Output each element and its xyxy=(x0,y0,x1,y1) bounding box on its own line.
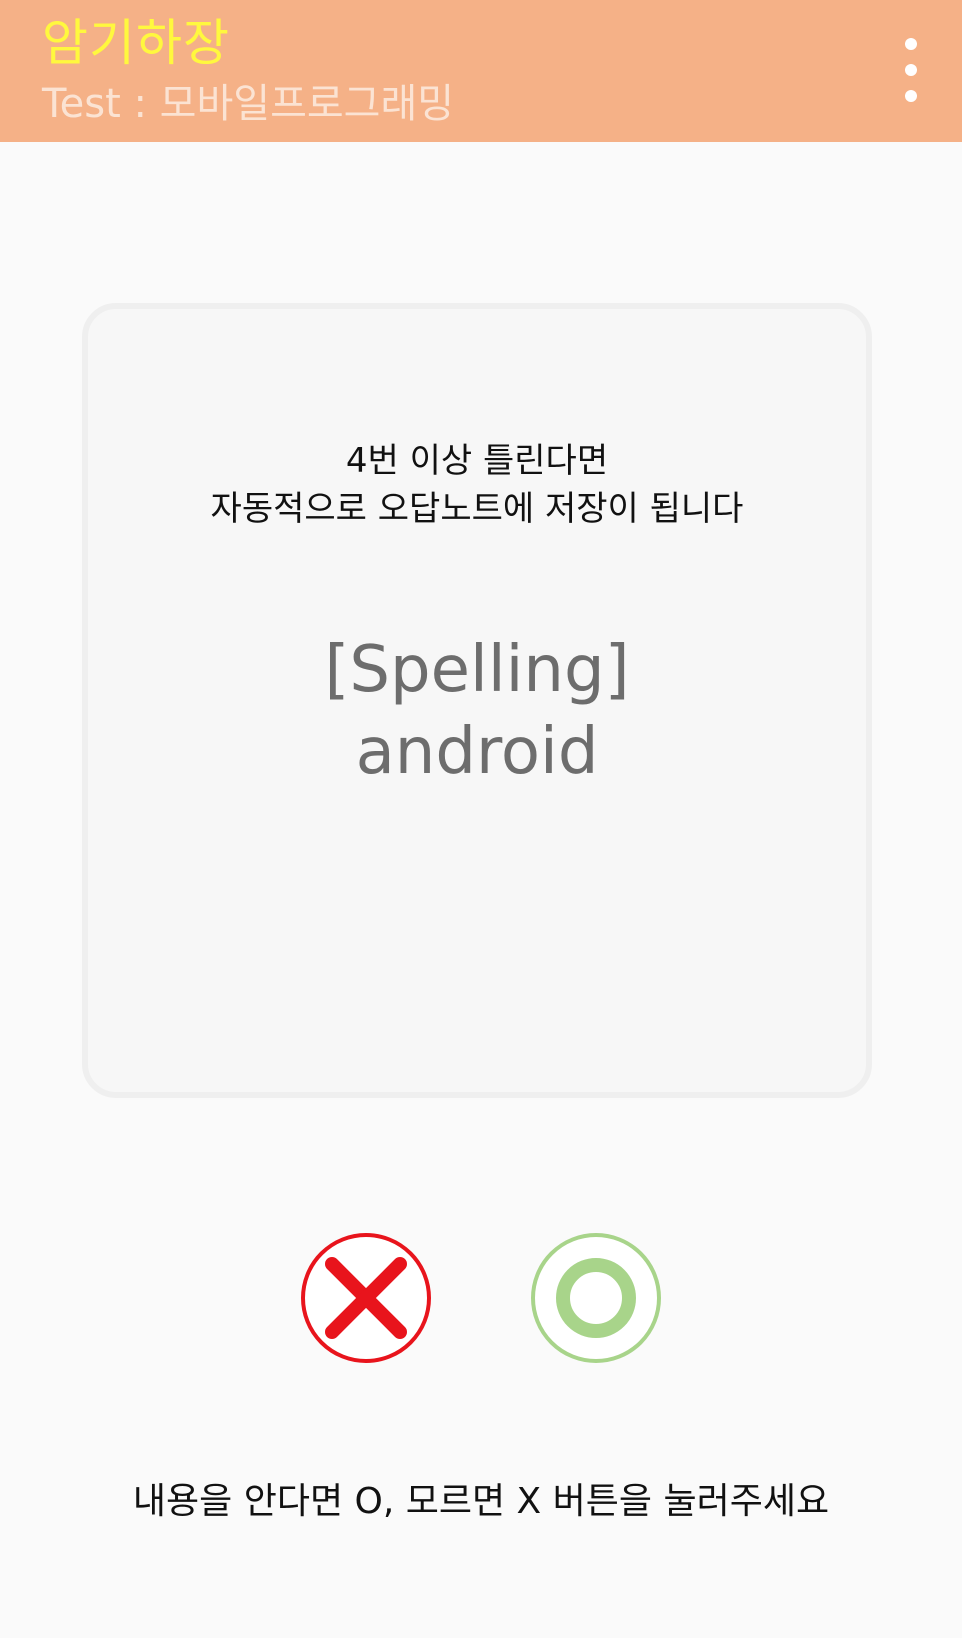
word-category: [Spelling] xyxy=(324,633,630,707)
flash-card[interactable]: 4번 이상 틀린다면 자동적으로 오답노트에 저장이 됩니다 [Spelling… xyxy=(82,303,872,1098)
test-subtitle: Test : 모바일프로그래밍 xyxy=(42,81,455,127)
menu-dot xyxy=(905,90,917,102)
notice-line-1: 4번 이상 틀린다면 xyxy=(345,441,609,481)
more-vert-icon[interactable] xyxy=(896,38,926,102)
app-title: 암기하장 xyxy=(42,14,230,72)
word-block: [Spelling] android xyxy=(88,629,866,793)
word-text: android xyxy=(355,715,599,789)
menu-dot xyxy=(905,64,917,76)
notice-line-2: 자동적으로 오답노트에 저장이 됩니다 xyxy=(210,489,744,529)
x-mark-icon xyxy=(301,1233,431,1363)
notice-text: 4번 이상 틀린다면 자동적으로 오답노트에 저장이 됩니다 xyxy=(88,437,866,533)
app-bar: 암기하장 Test : 모바일프로그래밍 xyxy=(0,0,962,142)
dont-know-button[interactable] xyxy=(300,1232,432,1364)
o-circle-icon xyxy=(531,1233,661,1363)
know-button[interactable] xyxy=(530,1232,662,1364)
instruction-text: 내용을 안다면 O, 모르면 X 버튼을 눌러주세요 xyxy=(132,1481,830,1522)
menu-dot xyxy=(905,38,917,50)
